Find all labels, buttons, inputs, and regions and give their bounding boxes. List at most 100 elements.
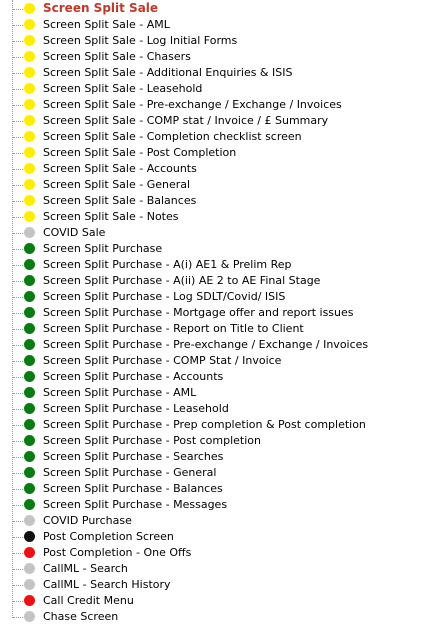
tree-item-label: Screen Split Sale - AML	[43, 18, 170, 31]
tree-item-label: Post Completion Screen	[43, 530, 174, 543]
tree-item-label: COVID Sale	[43, 226, 106, 239]
tree-branch-line	[13, 505, 23, 506]
tree-branch-line	[13, 377, 23, 378]
status-dot-icon	[24, 19, 35, 30]
tree-branch-line	[13, 9, 23, 10]
status-dot-icon	[24, 579, 35, 590]
tree-branch-line	[13, 617, 23, 618]
tree-item[interactable]: Screen Split Purchase - Messages	[0, 497, 432, 513]
tree-item-label: Screen Split Sale - Accounts	[43, 162, 197, 175]
status-dot-icon	[24, 259, 35, 270]
status-dot-icon	[24, 211, 35, 222]
status-dot-icon	[24, 339, 35, 350]
tree-branch-line	[13, 457, 23, 458]
tree-item-label: Post Completion - One Offs	[43, 546, 192, 559]
tree-item[interactable]: Screen Split Purchase - A(i) AE1 & Preli…	[0, 257, 432, 273]
status-dot-icon	[24, 83, 35, 94]
tree-item-label: Screen Split Sale - Chasers	[43, 50, 191, 63]
tree-item[interactable]: Screen Split Sale - Pre-exchange / Excha…	[0, 97, 432, 113]
tree-branch-line	[13, 585, 23, 586]
tree-branch-line	[13, 393, 23, 394]
tree-item[interactable]: Screen Split Sale - Chasers	[0, 49, 432, 65]
tree-item-label: Screen Split Sale - Leasehold	[43, 82, 203, 95]
tree-item[interactable]: Screen Split Purchase - General	[0, 465, 432, 481]
tree-item-label: Screen Split Purchase - Mortgage offer a…	[43, 306, 354, 319]
status-dot-icon	[24, 403, 35, 414]
tree-item[interactable]: Screen Split Purchase - Post completion	[0, 433, 432, 449]
tree-item-label: Screen Split Purchase	[43, 242, 163, 255]
tree-item[interactable]: Screen Split Sale - Post Completion	[0, 145, 432, 161]
tree-branch-line	[13, 137, 23, 138]
tree-item[interactable]: Screen Split Sale - General	[0, 177, 432, 193]
tree-item-label: CallML - Search	[43, 562, 128, 575]
tree-branch-line	[13, 297, 23, 298]
tree-item-label: Screen Split Sale	[43, 1, 159, 15]
status-dot-icon	[24, 563, 35, 574]
status-dot-icon	[24, 515, 35, 526]
status-dot-icon	[24, 435, 35, 446]
tree-item-label: CallML - Search History	[43, 578, 171, 591]
tree-item[interactable]: Screen Split Purchase - Accounts	[0, 369, 432, 385]
tree-item-label: Screen Split Sale - Notes	[43, 210, 179, 223]
tree-item[interactable]: Screen Split Purchase - A(ii) AE 2 to AE…	[0, 273, 432, 289]
tree-item[interactable]: Screen Split Purchase	[0, 241, 432, 257]
status-dot-icon	[24, 595, 35, 606]
tree-item[interactable]: CallML - Search	[0, 561, 432, 577]
tree-item-label: Screen Split Purchase - A(ii) AE 2 to AE…	[43, 274, 321, 287]
tree-item[interactable]: Screen Split Purchase - COMP Stat / Invo…	[0, 353, 432, 369]
tree-item[interactable]: Screen Split Sale - Additional Enquiries…	[0, 65, 432, 81]
status-dot-icon	[24, 3, 35, 14]
tree-item-label: Screen Split Purchase - Log SDLT/Covid/ …	[43, 290, 286, 303]
tree-item[interactable]: Post Completion - One Offs	[0, 545, 432, 561]
tree-item-label: Screen Split Sale - Completion checklist…	[43, 130, 302, 143]
tree-item[interactable]: COVID Purchase	[0, 513, 432, 529]
status-dot-icon	[24, 35, 35, 46]
tree-item-label: COVID Purchase	[43, 514, 132, 527]
status-dot-icon	[24, 179, 35, 190]
tree-item[interactable]: Call Credit Menu	[0, 593, 432, 609]
tree-item[interactable]: Screen Split Purchase - Report on Title …	[0, 321, 432, 337]
tree-branch-line	[13, 473, 23, 474]
tree-branch-line	[13, 601, 23, 602]
tree-item[interactable]: Screen Split Purchase - Log SDLT/Covid/ …	[0, 289, 432, 305]
tree-item-label: Screen Split Purchase - Messages	[43, 498, 228, 511]
tree-item[interactable]: Screen Split Purchase - Searches	[0, 449, 432, 465]
tree-item[interactable]: Screen Split Sale - Notes	[0, 209, 432, 225]
tree-item[interactable]: Screen Split Sale - Balances	[0, 193, 432, 209]
tree-item[interactable]: Screen Split Sale - Completion checklist…	[0, 129, 432, 145]
tree-item[interactable]: COVID Sale	[0, 225, 432, 241]
status-dot-icon	[24, 307, 35, 318]
status-dot-icon	[24, 611, 35, 622]
tree-branch-line	[13, 89, 23, 90]
tree-item[interactable]: Post Completion Screen	[0, 529, 432, 545]
tree-item[interactable]: Screen Split Purchase - Mortgage offer a…	[0, 305, 432, 321]
tree-branch-line	[13, 345, 23, 346]
tree-item[interactable]: Chase Screen	[0, 609, 432, 625]
tree-item[interactable]: Screen Split Purchase - Balances	[0, 481, 432, 497]
tree-item[interactable]: Screen Split Purchase - Leasehold	[0, 401, 432, 417]
status-dot-icon	[24, 531, 35, 542]
tree-item-label: Screen Split Purchase - Pre-exchange / E…	[43, 338, 369, 351]
tree-branch-line	[13, 201, 23, 202]
tree-item[interactable]: Screen Split Sale - Accounts	[0, 161, 432, 177]
tree-branch-line	[13, 217, 23, 218]
tree-item[interactable]: Screen Split Sale - AML	[0, 17, 432, 33]
tree-item[interactable]: Screen Split Purchase - AML	[0, 385, 432, 401]
tree-item[interactable]: Screen Split Sale	[0, 1, 432, 17]
tree-item[interactable]: Screen Split Purchase - Prep completion …	[0, 417, 432, 433]
tree-item[interactable]: Screen Split Sale - COMP stat / Invoice …	[0, 113, 432, 129]
status-dot-icon	[24, 115, 35, 126]
tree-item-label: Screen Split Purchase - Report on Title …	[43, 322, 304, 335]
tree-item-label: Screen Split Purchase - Balances	[43, 482, 223, 495]
tree-item[interactable]: Screen Split Sale - Leasehold	[0, 81, 432, 97]
tree-item-label: Screen Split Purchase - COMP Stat / Invo…	[43, 354, 282, 367]
tree-branch-line	[13, 153, 23, 154]
status-dot-icon	[24, 163, 35, 174]
status-dot-icon	[24, 355, 35, 366]
tree-item-label: Screen Split Sale - Post Completion	[43, 146, 237, 159]
tree-item[interactable]: Screen Split Sale - Log Initial Forms	[0, 33, 432, 49]
tree-branch-line	[13, 569, 23, 570]
tree-item[interactable]: Screen Split Purchase - Pre-exchange / E…	[0, 337, 432, 353]
tree-item-label: Screen Split Purchase - Searches	[43, 450, 224, 463]
tree-item[interactable]: CallML - Search History	[0, 577, 432, 593]
